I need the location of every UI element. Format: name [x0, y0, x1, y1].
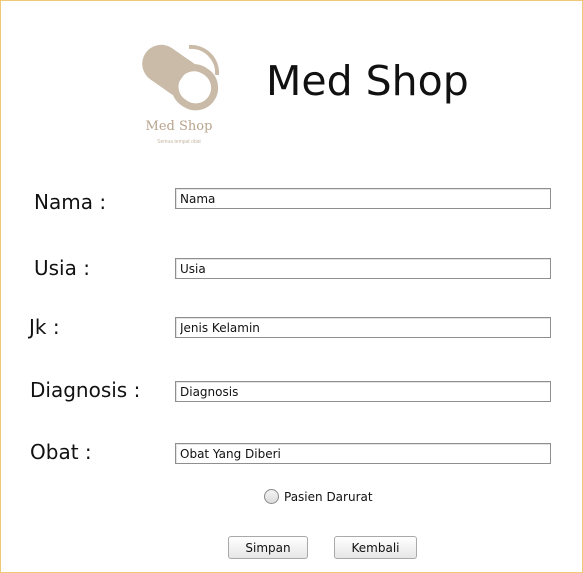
kembali-button[interactable]: Kembali: [334, 536, 417, 559]
obat-label: Obat :: [30, 440, 92, 464]
pasien-darurat-radio[interactable]: [264, 489, 279, 504]
med-shop-logo: Med Shop Semua tempat obat: [129, 35, 229, 155]
logo-tagline: Semua tempat obat: [157, 139, 201, 145]
logo-brand-text: Med Shop: [145, 119, 213, 134]
nama-field[interactable]: [175, 188, 551, 209]
usia-label: Usia :: [34, 256, 90, 280]
nama-label: Nama :: [34, 190, 107, 214]
jk-label: Jk :: [29, 315, 60, 339]
usia-field[interactable]: [175, 258, 551, 279]
app-title: Med Shop: [266, 57, 469, 105]
pill-capsule-icon: [142, 44, 220, 111]
pasien-darurat-option[interactable]: Pasien Darurat: [264, 489, 373, 504]
diagnosis-field[interactable]: [175, 381, 551, 402]
jenis-kelamin-field[interactable]: [175, 317, 551, 338]
window-frame: Med Shop Semua tempat obat Med Shop Nama…: [0, 0, 583, 573]
pasien-darurat-label: Pasien Darurat: [284, 489, 373, 504]
simpan-button[interactable]: Simpan: [228, 536, 308, 559]
diagnosis-label: Diagnosis :: [30, 378, 141, 402]
obat-field[interactable]: [175, 443, 551, 464]
